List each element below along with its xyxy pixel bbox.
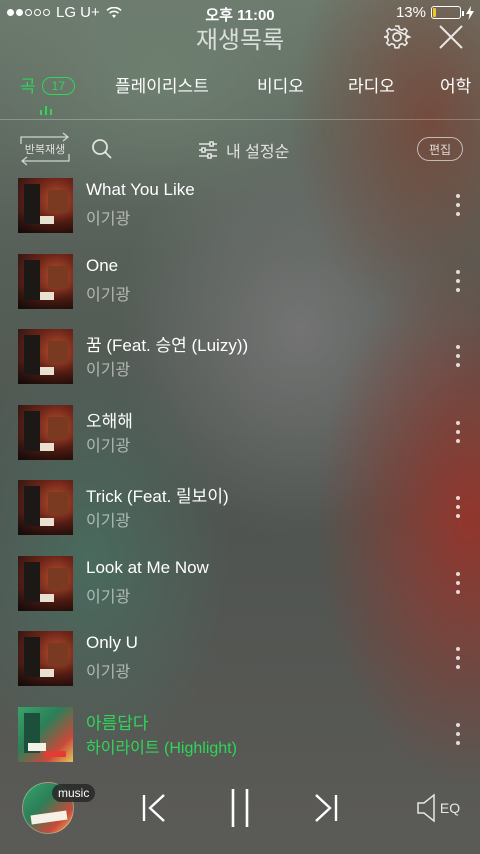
edit-button[interactable]: 편집 xyxy=(417,137,463,161)
song-artist: 이기광 xyxy=(86,286,131,304)
tab-language[interactable]: 어학 xyxy=(440,72,471,97)
speaker-icon xyxy=(417,793,435,823)
song-artist: 이기광 xyxy=(86,437,131,455)
eq-button[interactable]: EQ xyxy=(414,792,462,824)
music-badge: music xyxy=(52,784,96,802)
battery-percent: 13% xyxy=(395,4,426,21)
song-row[interactable]: 꿈 (Feat. 승연 (Luizy)) 이기광 xyxy=(0,327,480,403)
list-toolbar: 반복재생 내 설정순 편집 xyxy=(0,132,480,166)
gear-icon xyxy=(384,25,411,49)
song-title: Look at Me Now xyxy=(86,557,209,577)
tab-video[interactable]: 비디오 xyxy=(257,72,304,97)
song-artist: 이기광 xyxy=(86,664,131,681)
tab-radio[interactable]: 라디오 xyxy=(348,72,395,97)
now-playing-indicator-icon xyxy=(40,106,52,115)
tab-bar: 곡 17 플레이리스트 비디오 라디오 어학 xyxy=(0,72,480,120)
album-art xyxy=(18,178,73,233)
song-title: 꿈 (Feat. 승연 (Luizy)) xyxy=(86,336,249,355)
tab-label: 곡 xyxy=(20,77,36,96)
next-icon xyxy=(315,794,338,822)
more-options-icon[interactable] xyxy=(454,722,462,745)
song-row[interactable]: One 이기광 xyxy=(0,252,480,328)
sort-label: 내 설정순 xyxy=(226,144,290,161)
album-art xyxy=(18,480,73,535)
tab-playlist[interactable]: 플레이리스트 xyxy=(115,72,209,97)
mini-player: music EQ xyxy=(0,770,480,854)
song-artist: 하이라이트 (Highlight) xyxy=(86,739,237,757)
song-row[interactable]: Only U 이기광 xyxy=(0,629,480,705)
search-icon xyxy=(92,139,112,159)
sliders-icon xyxy=(199,141,217,159)
song-row[interactable]: 아름답다하이라이트 (Highlight) xyxy=(0,705,480,781)
song-artist: 이기광 xyxy=(86,211,131,228)
more-options-icon[interactable] xyxy=(454,194,462,216)
previous-button[interactable] xyxy=(138,790,170,826)
album-art xyxy=(18,706,73,762)
album-art xyxy=(18,404,73,460)
song-row[interactable]: Look at Me Now 이기광 xyxy=(0,554,480,630)
tab-label: 라디오 xyxy=(348,77,395,96)
song-title: Only U xyxy=(86,633,138,652)
song-title: What You Like xyxy=(86,180,195,199)
song-artist: 이기광 xyxy=(86,362,131,379)
album-art xyxy=(18,329,73,384)
more-options-icon[interactable] xyxy=(454,571,462,594)
close-icon xyxy=(439,25,463,49)
song-count-badge: 17 xyxy=(41,77,75,95)
sort-button[interactable]: 내 설정순 xyxy=(198,138,289,162)
song-list: What You Like 이기광 One 이기광 꿈 (Feat. 승연 (Luizy… xyxy=(0,176,480,780)
tab-label: 어학 xyxy=(440,77,472,96)
settings-button[interactable] xyxy=(382,22,412,52)
song-title: 오해해 xyxy=(86,411,133,431)
song-row[interactable]: What You Like 이기광 xyxy=(0,176,480,252)
song-row[interactable]: Trick (Feat. 릴보이) 이기광 xyxy=(0,478,480,554)
previous-icon xyxy=(142,794,165,822)
status-right: 13% xyxy=(396,4,474,21)
repeat-button[interactable]: 반복재생 xyxy=(18,132,72,166)
more-options-icon[interactable] xyxy=(454,269,462,292)
album-art xyxy=(18,555,73,611)
repeat-label: 반복재생 xyxy=(24,144,66,156)
pause-icon xyxy=(231,789,249,827)
more-options-icon[interactable] xyxy=(454,496,462,518)
eq-label: EQ xyxy=(439,800,461,816)
tab-label: 비디오 xyxy=(257,77,304,96)
pause-button[interactable] xyxy=(222,786,258,830)
more-options-icon[interactable] xyxy=(454,647,462,669)
charging-icon xyxy=(466,5,474,20)
song-artist: 이기광 xyxy=(86,588,131,606)
more-options-icon[interactable] xyxy=(454,345,462,367)
more-options-icon[interactable] xyxy=(454,420,462,443)
song-title: One xyxy=(86,255,119,275)
album-art xyxy=(18,631,73,686)
tab-label: 플레이리스트 xyxy=(115,77,209,96)
song-row[interactable]: 오해해이기광 xyxy=(0,403,480,479)
battery-icon xyxy=(431,6,464,19)
album-art xyxy=(18,253,73,309)
song-title: Trick (Feat. 릴보이) xyxy=(86,487,229,506)
tab-divider xyxy=(0,119,480,120)
tab-songs[interactable]: 곡 17 xyxy=(20,72,75,97)
search-button[interactable] xyxy=(90,137,114,161)
next-button[interactable] xyxy=(310,790,342,826)
song-title: 아름답다 xyxy=(86,713,149,733)
song-artist: 이기광 xyxy=(86,513,131,530)
close-button[interactable] xyxy=(436,22,466,52)
